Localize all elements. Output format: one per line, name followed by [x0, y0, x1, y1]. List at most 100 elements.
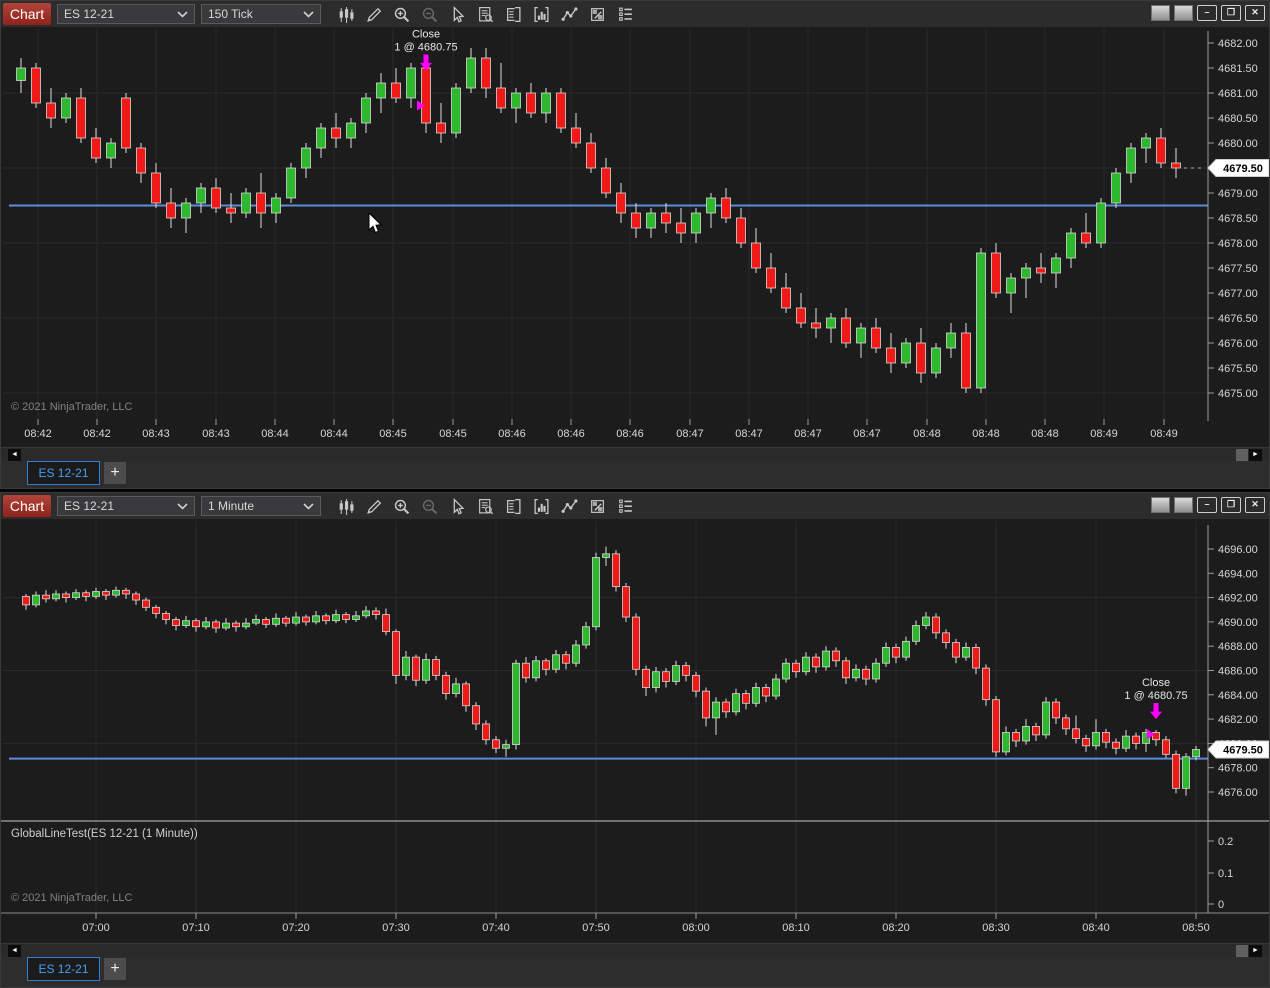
candle	[1081, 213, 1091, 248]
candle	[301, 143, 311, 178]
price-axis-label: 4682.00	[1218, 38, 1258, 50]
candle	[946, 323, 956, 358]
candle	[766, 253, 776, 293]
candle	[871, 318, 881, 353]
candle	[182, 615, 190, 628]
interval-link-button[interactable]	[1174, 5, 1193, 21]
data-series-icon[interactable]	[611, 2, 639, 26]
chart-menu-button[interactable]: Chart	[3, 3, 51, 25]
candle	[1066, 228, 1076, 268]
candle	[692, 671, 700, 698]
add-tab-button[interactable]: +	[104, 462, 126, 484]
time-axis-label: 07:10	[182, 922, 210, 934]
scrollbar-thumb[interactable]	[1236, 449, 1248, 461]
candle	[792, 659, 800, 678]
candle	[562, 651, 570, 670]
candle	[451, 83, 461, 138]
indicators-icon[interactable]	[527, 2, 555, 26]
properties-icon[interactable]	[583, 2, 611, 26]
price-axis-label: 4681.50	[1218, 63, 1258, 75]
data-box-icon[interactable]	[471, 494, 499, 518]
scroll-left-button[interactable]: ◄	[8, 449, 21, 461]
candle	[62, 591, 70, 603]
candle	[1006, 273, 1016, 313]
horizontal-scrollbar[interactable]: ◄ ►	[1, 447, 1269, 462]
instrument-link-button[interactable]	[1151, 497, 1170, 513]
scrollbar-thumb[interactable]	[1236, 945, 1248, 957]
zoom-in-icon[interactable]	[387, 2, 415, 26]
candle	[112, 586, 120, 598]
interval-dropdown-value: 150 Tick	[208, 7, 253, 21]
horizontal-scrollbar[interactable]: ◄ ►	[1, 943, 1269, 958]
candle	[512, 659, 520, 750]
candle	[842, 657, 850, 684]
properties-icon[interactable]	[583, 494, 611, 518]
restore-button[interactable]: ❐	[1221, 5, 1241, 21]
price-axis-label: 4678.00	[1218, 763, 1258, 775]
chart-style-icon[interactable]	[331, 2, 359, 26]
time-axis-label: 07:30	[382, 922, 410, 934]
candle	[372, 607, 380, 620]
indicators-icon[interactable]	[527, 494, 555, 518]
candle	[1062, 714, 1070, 735]
candle	[472, 702, 480, 731]
candle	[841, 308, 851, 348]
zoom-in-icon[interactable]	[387, 494, 415, 518]
candle	[1021, 263, 1031, 298]
scroll-right-button[interactable]: ►	[1249, 449, 1262, 461]
candle	[796, 293, 806, 328]
watermark: © 2021 NinjaTrader, LLC	[11, 401, 132, 413]
scroll-right-button[interactable]: ►	[1249, 945, 1262, 957]
chart-menu-button[interactable]: Chart	[3, 495, 51, 517]
tab-es-12-21[interactable]: ES 12-21	[27, 957, 100, 981]
close-button[interactable]: ✕	[1245, 5, 1265, 21]
time-axis-label: 08:47	[853, 428, 881, 440]
strategies-icon[interactable]	[555, 2, 583, 26]
instrument-dropdown[interactable]: ES 12-21	[57, 4, 195, 24]
candle	[331, 113, 341, 148]
interval-link-button[interactable]	[1174, 497, 1193, 513]
candlestick-chart[interactable]: 4682.00 4681.50 4681.00 4680.50 4680.00 4679.…	[1, 27, 1269, 447]
cursor-icon[interactable]	[443, 494, 471, 518]
candle	[202, 617, 210, 630]
interval-dropdown[interactable]: 1 Minute	[201, 496, 321, 516]
minimize-button[interactable]: –	[1197, 5, 1217, 21]
indicator-axis-label: 0.2	[1218, 836, 1233, 848]
price-axis-label: 4676.00	[1218, 338, 1258, 350]
candle	[1112, 738, 1120, 755]
candle	[172, 617, 180, 631]
candlestick-chart[interactable]: GlobalLineTest(ES 12-21 (1 Minute)) 0.2 0.…	[1, 519, 1269, 943]
instrument-dropdown[interactable]: ES 12-21	[57, 496, 195, 516]
drawing-tools-icon[interactable]	[359, 494, 387, 518]
chart-style-icon[interactable]	[331, 494, 359, 518]
candle	[702, 687, 710, 727]
data-series-icon[interactable]	[611, 494, 639, 518]
instrument-link-button[interactable]	[1151, 5, 1170, 21]
interval-dropdown[interactable]: 150 Tick	[201, 4, 321, 24]
scroll-left-button[interactable]: ◄	[8, 945, 21, 957]
candle	[242, 618, 250, 630]
restore-button[interactable]: ❐	[1221, 497, 1241, 513]
time-axis-label: 08:49	[1090, 428, 1118, 440]
cursor-icon[interactable]	[443, 2, 471, 26]
candle	[432, 655, 440, 681]
add-tab-button[interactable]: +	[104, 958, 126, 980]
candle	[1082, 734, 1090, 752]
toolbar	[331, 2, 639, 26]
candle	[452, 677, 460, 698]
close-button[interactable]: ✕	[1245, 497, 1265, 513]
indicator-label: GlobalLineTest(ES 12-21 (1 Minute))	[11, 828, 198, 840]
data-box-icon[interactable]	[471, 2, 499, 26]
strategies-icon[interactable]	[555, 494, 583, 518]
candle	[286, 163, 296, 203]
watermark: © 2021 NinjaTrader, LLC	[11, 892, 132, 904]
chart-trader-icon[interactable]	[499, 2, 527, 26]
tab-es-12-21[interactable]: ES 12-21	[27, 461, 100, 485]
candle	[646, 208, 656, 238]
chart-trader-icon[interactable]	[499, 494, 527, 518]
time-axis-label: 08:20	[882, 922, 910, 934]
drawing-tools-icon[interactable]	[359, 2, 387, 26]
candle	[232, 620, 240, 632]
minimize-button[interactable]: –	[1197, 497, 1217, 513]
titlebar: Chart ES 12-21 150 Tick – ❐ ✕	[1, 1, 1269, 27]
